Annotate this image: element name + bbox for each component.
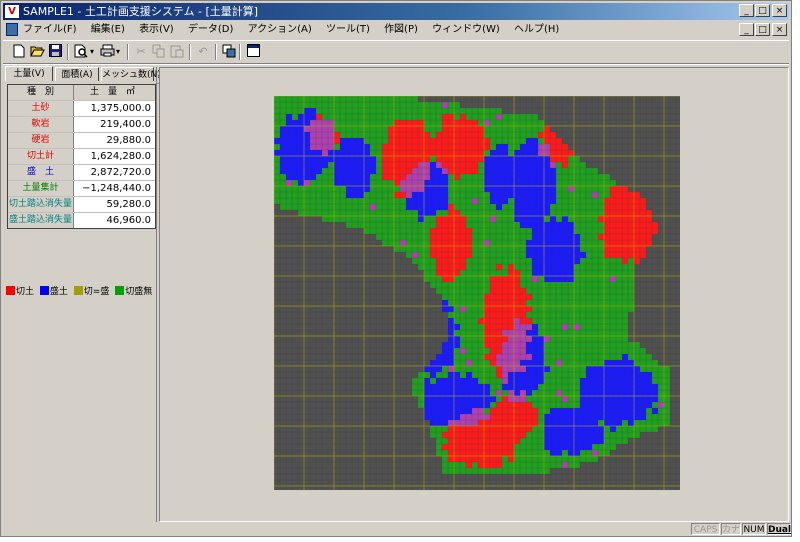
row-value: 1,624,280.0 bbox=[74, 149, 155, 164]
legend-item: 切土 bbox=[6, 286, 35, 297]
toolbar-divider bbox=[189, 44, 191, 60]
menu-action[interactable]: アクション(A) bbox=[248, 24, 312, 35]
table-row: 土量集計 −1,248,440.0 bbox=[8, 181, 155, 197]
toolbar-divider bbox=[127, 44, 129, 60]
row-label: 盛土踏込消失量 bbox=[8, 213, 74, 228]
row-label: 切土踏込消失量 bbox=[8, 197, 74, 212]
dual-indicator: Dual bbox=[767, 523, 792, 535]
table-row: 土砂 1,375,000.0 bbox=[8, 101, 155, 117]
tab-mesh-count[interactable]: メッシュ数(N) bbox=[101, 67, 161, 81]
row-value: 219,400.0 bbox=[74, 117, 155, 132]
paste-icon[interactable] bbox=[169, 44, 185, 59]
maximize-button[interactable]: □ bbox=[755, 4, 770, 17]
close-button[interactable]: × bbox=[772, 4, 787, 17]
mdi-close-button[interactable]: × bbox=[772, 23, 787, 36]
row-label: 盛 土 bbox=[8, 165, 74, 180]
legend-swatch bbox=[115, 286, 125, 295]
menu-tools[interactable]: ツール(T) bbox=[326, 24, 370, 35]
row-value: 59,280.0 bbox=[74, 197, 155, 212]
dropdown-arrow-icon[interactable]: ▾ bbox=[87, 44, 97, 59]
cut-icon[interactable]: ✂ bbox=[133, 44, 149, 59]
status-bar: CAPS カナ NUM Dual bbox=[3, 523, 792, 536]
legend-label: 切土 bbox=[16, 287, 35, 297]
legend-label: 切盛無 bbox=[125, 287, 153, 297]
dropdown-arrow-icon[interactable]: ▾ bbox=[113, 44, 123, 59]
volume-panel: 土量(V) 面積(A) メッシュ数(N) 種 別 土 量 ㎥ 土砂 1,375,… bbox=[3, 66, 161, 522]
volume-column-header: 土 量 ㎥ bbox=[74, 85, 155, 100]
copy-icon[interactable] bbox=[151, 44, 167, 59]
window-icon[interactable] bbox=[245, 44, 261, 59]
tab-area[interactable]: 面積(A) bbox=[55, 67, 99, 81]
legend-item: 切=盛 bbox=[73, 286, 110, 297]
window-title: SAMPLE1 - 土工計画支援システム - [土量計算] bbox=[23, 5, 259, 18]
row-label: 硬岩 bbox=[8, 133, 74, 148]
menu-draw[interactable]: 作図(P) bbox=[384, 24, 418, 35]
row-value: 46,960.0 bbox=[74, 213, 155, 228]
calc-icon[interactable] bbox=[221, 44, 237, 59]
toolbar-divider bbox=[239, 44, 241, 60]
table-row: 盛 土 2,872,720.0 bbox=[8, 165, 155, 181]
map-legend: 切土 盛土 切=盛 切盛無 bbox=[6, 286, 155, 298]
row-value: −1,248,440.0 bbox=[74, 181, 155, 196]
legend-swatch bbox=[73, 286, 83, 295]
mesh-cells bbox=[274, 96, 680, 490]
menu-edit[interactable]: 編集(E) bbox=[91, 24, 125, 35]
save-icon[interactable] bbox=[47, 44, 63, 59]
row-value: 29,880.0 bbox=[74, 133, 155, 148]
undo-icon[interactable]: ↶ bbox=[195, 44, 211, 59]
toolbar-divider bbox=[215, 44, 217, 60]
menu-help[interactable]: ヘルプ(H) bbox=[514, 24, 559, 35]
row-label: 軟岩 bbox=[8, 117, 74, 132]
menu-data[interactable]: データ(D) bbox=[188, 24, 234, 35]
toolbar-divider bbox=[67, 44, 69, 60]
menu-file[interactable]: ファイル(F) bbox=[23, 24, 77, 35]
num-indicator: NUM bbox=[742, 523, 766, 535]
legend-swatch bbox=[6, 286, 15, 295]
table-row: 硬岩 29,880.0 bbox=[8, 133, 155, 149]
kana-indicator: カナ bbox=[721, 523, 741, 535]
tab-volume[interactable]: 土量(V) bbox=[5, 66, 53, 81]
legend-item: 盛土 bbox=[39, 286, 68, 297]
table-row: 切土計 1,624,280.0 bbox=[8, 149, 155, 165]
legend-label: 盛土 bbox=[49, 287, 68, 297]
new-file-icon[interactable] bbox=[11, 44, 27, 59]
type-column-header: 種 別 bbox=[8, 85, 74, 100]
row-label: 切土計 bbox=[8, 149, 74, 164]
document-icon[interactable] bbox=[6, 23, 18, 36]
volume-table: 種 別 土 量 ㎥ 土砂 1,375,000.0 軟岩 219,400.0 硬岩… bbox=[7, 84, 156, 229]
row-value: 1,375,000.0 bbox=[74, 101, 155, 116]
minimize-button[interactable]: _ bbox=[739, 4, 754, 17]
row-value: 2,872,720.0 bbox=[74, 165, 155, 180]
standard-toolbar: ▾ ▾ ✂ ↶ bbox=[3, 40, 789, 64]
cut-fill-mesh-map[interactable] bbox=[274, 96, 680, 490]
app-icon: V bbox=[5, 5, 19, 18]
open-folder-icon[interactable] bbox=[29, 44, 45, 59]
mdi-minimize-button[interactable]: _ bbox=[739, 23, 754, 36]
table-row: 軟岩 219,400.0 bbox=[8, 117, 155, 133]
menu-view[interactable]: 表示(V) bbox=[139, 24, 174, 35]
table-header: 種 別 土 量 ㎥ bbox=[8, 85, 155, 101]
table-row: 切土踏込消失量 59,280.0 bbox=[8, 197, 155, 213]
menu-window[interactable]: ウィンドウ(W) bbox=[432, 24, 500, 35]
caps-indicator: CAPS bbox=[691, 523, 720, 535]
title-bar[interactable]: V SAMPLE1 - 土工計画支援システム - [土量計算] _ □ × bbox=[3, 3, 789, 20]
menu-bar: ファイル(F) 編集(E) 表示(V) データ(D) アクション(A) ツール(… bbox=[3, 21, 789, 38]
legend-item: 切盛無 bbox=[115, 286, 153, 297]
row-label: 土砂 bbox=[8, 101, 74, 116]
row-label: 土量集計 bbox=[8, 181, 74, 196]
mdi-restore-button[interactable]: □ bbox=[755, 23, 770, 36]
legend-label: 切=盛 bbox=[83, 287, 110, 297]
table-row: 盛土踏込消失量 46,960.0 bbox=[8, 213, 155, 228]
legend-swatch bbox=[39, 286, 49, 295]
